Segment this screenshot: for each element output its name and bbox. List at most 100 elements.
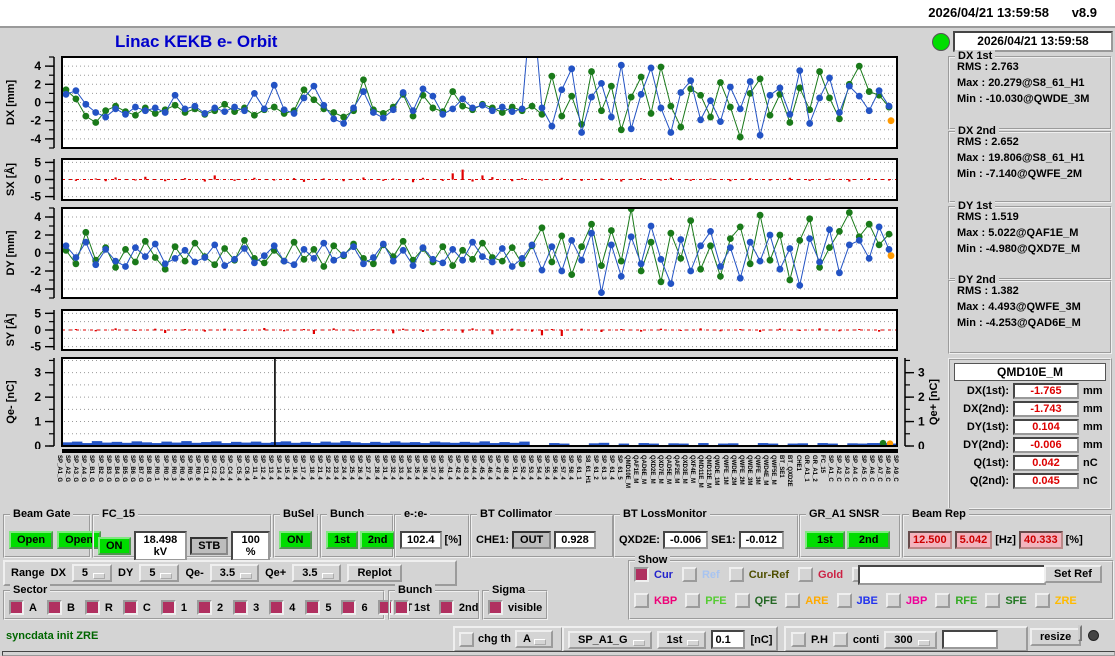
busel-on-button[interactable]: ON [279,531,312,549]
show-gold[interactable]: Gold [798,567,843,582]
gr-a1-2nd-button[interactable]: 2nd [846,531,891,549]
sector-checkbox[interactable] [9,600,24,615]
bunch-checkbox[interactable] [394,600,409,615]
che1-out-button[interactable]: OUT [512,531,552,549]
sector-checkbox[interactable] [196,600,212,615]
show-pfe[interactable]: PFE [685,593,727,608]
show-qfe[interactable]: QFE [734,593,777,608]
sector-checkbox[interactable] [46,600,62,615]
bunch-2nd[interactable]: 2nd [438,600,478,615]
sector-a[interactable]: A [9,600,37,615]
show-checkbox[interactable] [634,567,649,582]
resize-button[interactable]: resize [1030,628,1082,646]
show-checkbox[interactable] [1034,593,1050,608]
ph-checkbox[interactable] [791,632,806,647]
x-axis-label: QWD4E_M [762,455,769,486]
sigma-label: visible [508,601,543,614]
fc15-stb-button[interactable]: STB [190,537,229,555]
beam-gate-open-1-button[interactable]: Open [9,531,54,549]
sector-3[interactable]: 3 [233,600,259,615]
show-checkbox[interactable] [685,593,701,608]
show-checkbox[interactable] [935,593,951,608]
sector-r[interactable]: R [84,600,113,615]
extra-input[interactable] [941,630,998,649]
conti-checkbox[interactable] [832,632,848,647]
sector-checkbox[interactable] [122,600,138,615]
sector-4[interactable]: 4 [269,600,295,615]
sector-checkbox[interactable] [269,600,285,615]
x-axis-label: SP_41_4 [445,455,452,480]
range-qep-dropdown[interactable]: 3.5 [292,564,342,582]
threshold-input[interactable] [711,630,746,649]
x-axis-label: SP_57_4 [559,455,566,480]
plot-qe: 3 2 1 0 Qe- [nC] 3 2 1 0 Qe+ [nC] [5,357,940,449]
bunch-select-dropdown[interactable]: 1st [656,630,707,649]
sector-checkbox[interactable] [341,600,357,615]
sigma-checkbox[interactable] [488,600,503,615]
show-kbp[interactable]: KBP [634,593,677,608]
show-checkbox[interactable] [885,593,901,608]
show-cur-ref[interactable]: Cur-Ref [728,567,789,582]
show-ref[interactable]: Ref [681,567,720,582]
show-checkbox[interactable] [785,593,801,608]
range-dx-dropdown[interactable]: 5 [71,564,113,582]
sigma-visible[interactable]: visible [488,600,542,615]
sector-checkbox[interactable] [160,600,176,615]
replot-button[interactable]: Replot [347,564,402,582]
x-axis-label: SP_21_4 [315,455,322,480]
bunch-1st-button[interactable]: 1st [326,531,358,549]
bunch-1st[interactable]: 1st [394,600,430,615]
bunch-2nd-button[interactable]: 2nd [359,531,396,549]
x-axis-label: SP_C4_4 [226,455,233,481]
show-sfe[interactable]: SFE [985,593,1027,608]
svg-text:DX [mm]: DX [mm] [5,80,17,126]
svg-text:0: 0 [34,439,41,449]
x-axis-label: FC_15 [818,455,825,474]
sector-2[interactable]: 2 [196,600,223,615]
svg-text:3: 3 [34,366,41,380]
show-cur[interactable]: Cur [634,567,673,582]
show-label: ARE [805,594,829,607]
show-zre[interactable]: ZRE [1034,593,1077,608]
sector-5[interactable]: 5 [305,600,331,615]
x-axis-label: SP_C2_4 [210,455,217,481]
chg-th-frame: chg th A [453,626,563,652]
se1-label: SE1: [711,534,736,546]
camera-button[interactable] [1078,625,1082,641]
set-ref-button[interactable]: Set Ref [1044,565,1102,583]
show-checkbox[interactable] [634,593,649,608]
sector-6[interactable]: 6 [341,600,368,615]
sp-select-dropdown[interactable]: SP_A1_G [568,630,652,649]
show-are[interactable]: ARE [785,593,829,608]
show-jbe[interactable]: JBE [836,593,878,608]
show-checkbox[interactable] [728,567,744,582]
fc15-on-button[interactable]: ON [98,537,131,555]
chg-th-checkbox[interactable] [459,631,474,647]
sector-checkbox[interactable] [305,600,321,615]
show-checkbox[interactable] [985,593,1001,608]
sector-c[interactable]: C [122,600,151,615]
show-checkbox[interactable] [681,567,697,582]
sector-checkbox[interactable] [233,600,249,615]
x-axis-label: SP_14_4 [275,455,282,480]
show-rfe[interactable]: RFE [935,593,977,608]
group-gr-a1-snsr: GR_A1 SNSR 1st 2nd [799,508,901,558]
sector-checkbox[interactable] [84,600,100,615]
sector-b[interactable]: B [46,600,75,615]
show-jbp[interactable]: JBP [885,593,927,608]
show-checkbox[interactable] [734,593,750,608]
x-axis-label: QXF4E_M [689,455,696,484]
show-checkbox[interactable] [836,593,852,608]
th-dropdown[interactable]: A [515,630,553,648]
ref-name-input[interactable] [858,565,1046,585]
bunch-checkbox[interactable] [438,600,454,615]
show-checkbox[interactable] [798,567,814,582]
gr-a1-1st-button[interactable]: 1st [805,531,845,549]
points-dropdown[interactable]: 300 [884,630,937,649]
range-qem-dropdown[interactable]: 3.5 [209,564,260,582]
x-axis-label: SP_33_4 [396,455,403,480]
sector-1[interactable]: 1 [160,600,187,615]
sector-label: 6 [361,601,368,614]
range-dy-dropdown[interactable]: 5 [139,564,180,582]
x-axis-label: SP_61_3 [599,455,606,480]
